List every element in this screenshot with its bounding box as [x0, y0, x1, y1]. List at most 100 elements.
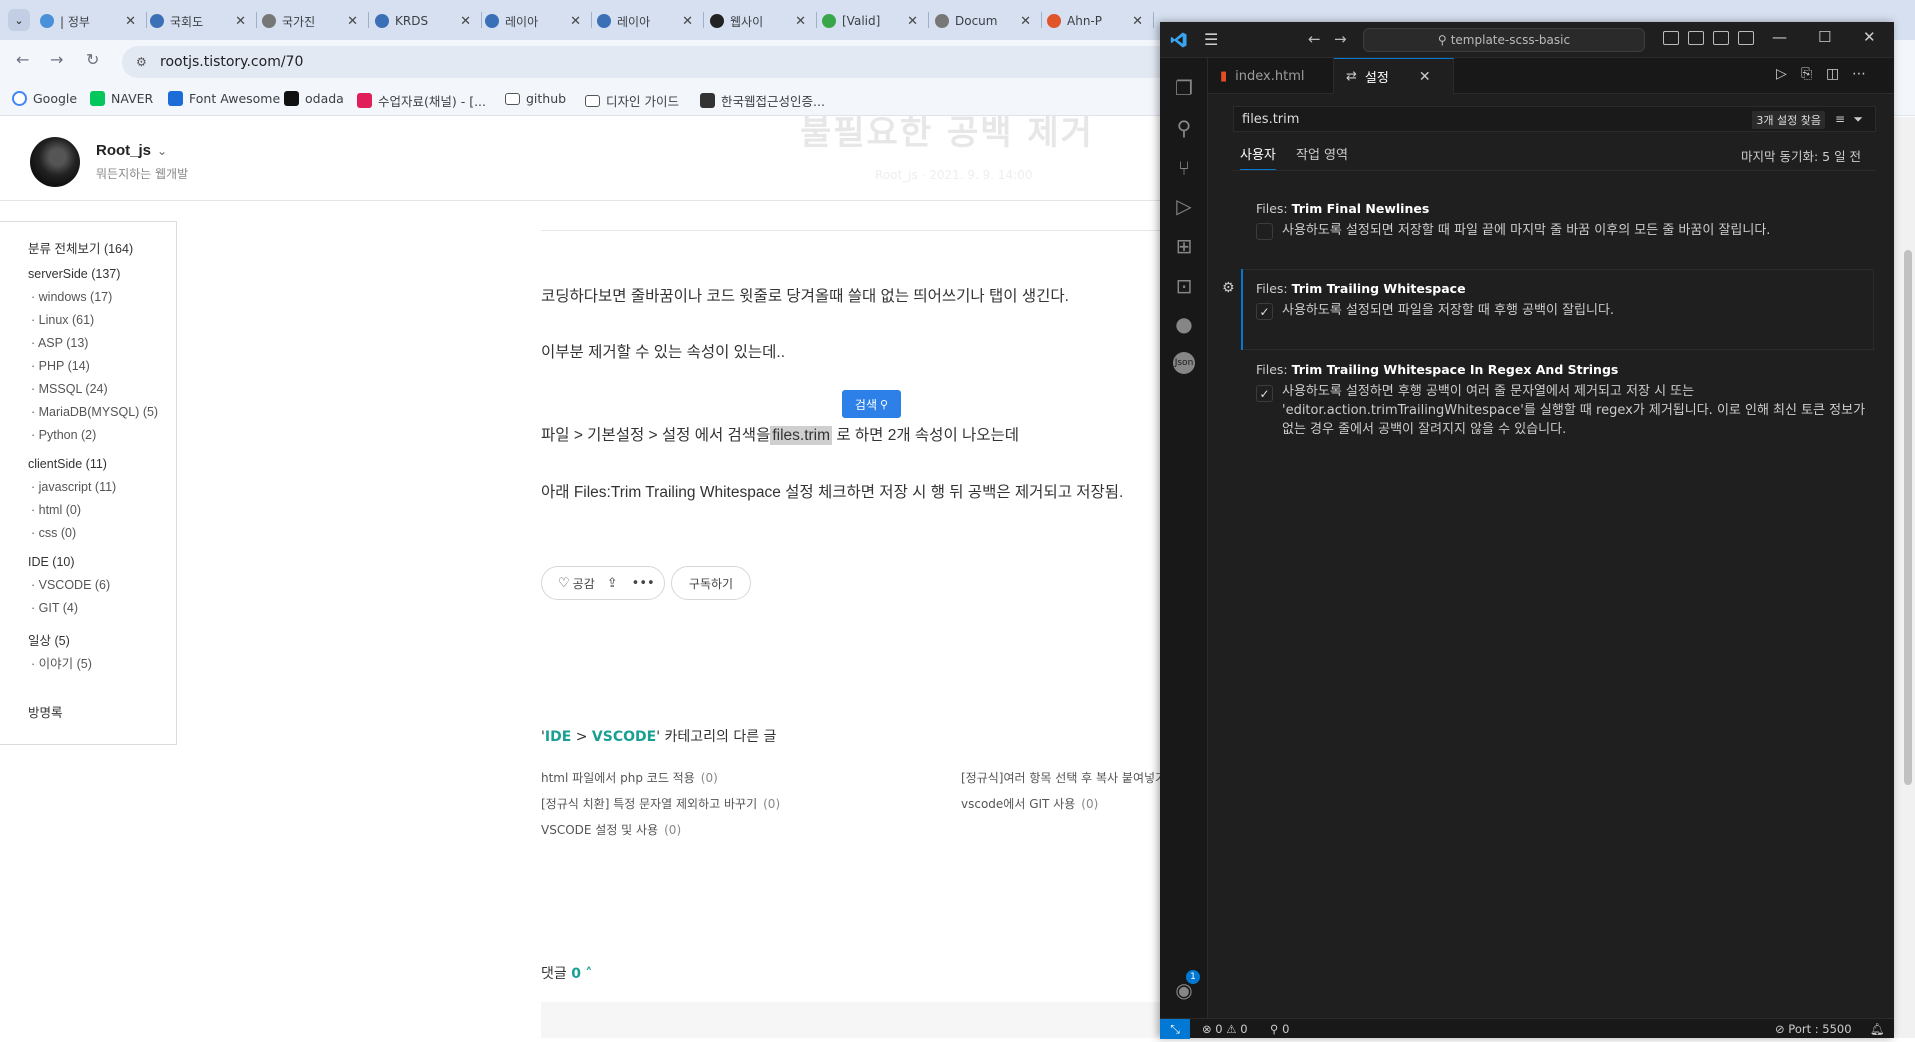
subscribe-button[interactable]: 구독하기: [671, 566, 751, 600]
browser-tab[interactable]: 국회도 ✕: [150, 8, 250, 34]
close-tab-icon[interactable]: ✕: [1419, 69, 1431, 85]
checkbox-trim-final-newlines[interactable]: [1256, 223, 1273, 240]
run-icon[interactable]: ▷: [1776, 66, 1787, 82]
chevron-up-icon[interactable]: ˄: [585, 966, 592, 982]
like-label[interactable]: 공감: [573, 575, 595, 592]
menu-icon[interactable]: ☰: [1204, 30, 1218, 49]
clear-filter-icon[interactable]: ≡: [1835, 112, 1845, 126]
browser-tab[interactable]: 레이아 ✕: [485, 8, 585, 34]
setting-gear-icon[interactable]: ⚙: [1222, 280, 1235, 296]
avatar[interactable]: [30, 137, 80, 187]
command-center-search[interactable]: ⚲ template-scss-basic: [1363, 28, 1645, 52]
bookmark-item[interactable]: odada: [284, 91, 344, 106]
subcategory-link[interactable]: · MariaDB(MYSQL) (5): [31, 405, 158, 419]
category-link[interactable]: clientSide (11): [28, 457, 107, 471]
split-editor-icon[interactable]: ◫: [1826, 66, 1839, 82]
remote-explorer-icon[interactable]: ⊡: [1172, 274, 1196, 298]
checkbox-trim-trailing-whitespace[interactable]: ✓: [1256, 303, 1273, 320]
tab-user-settings[interactable]: 사용자: [1240, 144, 1276, 170]
extensions-icon[interactable]: ⊞: [1172, 234, 1196, 258]
tab-workspace-settings[interactable]: 작업 영역: [1296, 144, 1348, 163]
category-link[interactable]: serverSide (137): [28, 267, 120, 281]
open-settings-json-icon[interactable]: ⎘: [1801, 66, 1812, 82]
back-icon[interactable]: ←: [16, 50, 29, 69]
subcategory-link[interactable]: · VSCODE (6): [31, 578, 110, 592]
search-popup-button[interactable]: 검색 ⚲: [842, 390, 901, 418]
browser-tab[interactable]: KRDS ✕: [375, 8, 475, 34]
subcategory-link[interactable]: · css (0): [31, 526, 76, 540]
nav-forward-icon[interactable]: →: [1334, 30, 1347, 48]
tab-settings[interactable]: ⇄ 설정 ✕: [1334, 58, 1454, 94]
related-subcategory-link[interactable]: VSCODE: [592, 729, 656, 745]
blog-name[interactable]: Root_js ⌄: [96, 142, 167, 159]
more-actions-icon[interactable]: ⋯: [1852, 66, 1866, 82]
subcategory-link[interactable]: · html (0): [31, 503, 81, 517]
close-tab-icon[interactable]: ✕: [125, 14, 136, 29]
tab-index-html[interactable]: ▮ index.html: [1208, 58, 1334, 94]
source-control-icon[interactable]: ⑂: [1172, 156, 1196, 180]
close-tab-icon[interactable]: ✕: [907, 14, 918, 29]
remote-indicator-icon[interactable]: ⤡: [1160, 1019, 1190, 1039]
subcategory-link[interactable]: · GIT (4): [31, 601, 78, 615]
settings-search-input[interactable]: files.trim 3개 설정 찾음 ≡ ⏷: [1233, 106, 1876, 132]
close-tab-icon[interactable]: ✕: [1132, 14, 1143, 29]
subcategory-link[interactable]: · Python (2): [31, 428, 96, 442]
maximize-icon[interactable]: ☐: [1818, 28, 1831, 46]
related-post-link[interactable]: vscode에서 GIT 사용 (0): [961, 795, 1098, 812]
related-post-link[interactable]: VSCODE 설정 및 사용 (0): [541, 821, 681, 838]
related-post-link[interactable]: html 파일에서 php 코드 적용 (0): [541, 769, 718, 786]
bookmark-item[interactable]: NAVER: [90, 91, 153, 106]
filter-icon[interactable]: ⏷: [1853, 112, 1863, 127]
live-server-status[interactable]: ⊘ Port : 5500: [1775, 1022, 1852, 1036]
bookmark-item[interactable]: 수업자료(채널) - [...: [357, 91, 486, 110]
browser-tab[interactable]: [Valid] ✕: [822, 8, 922, 34]
comments-header[interactable]: 댓글 0 ˄: [541, 963, 592, 983]
subcategory-link[interactable]: · PHP (14): [31, 359, 90, 373]
minimize-icon[interactable]: —: [1772, 28, 1787, 46]
browser-tab[interactable]: 레이아 ✕: [597, 8, 697, 34]
github-icon[interactable]: ●: [1172, 312, 1196, 336]
page-scrollbar-thumb[interactable]: [1904, 250, 1912, 785]
subcategory-link[interactable]: · windows (17): [31, 290, 112, 304]
comment-area[interactable]: [541, 1002, 1160, 1038]
subcategory-link[interactable]: · MSSQL (24): [31, 382, 108, 396]
category-link[interactable]: IDE (10): [28, 555, 75, 569]
checkbox-trim-regex-strings[interactable]: ✓: [1256, 385, 1273, 402]
search-icon[interactable]: ⚲: [1172, 116, 1196, 140]
reload-icon[interactable]: ↻: [86, 50, 99, 69]
close-tab-icon[interactable]: ✕: [795, 14, 806, 29]
related-category-link[interactable]: IDE: [545, 729, 571, 745]
close-tab-icon[interactable]: ✕: [682, 14, 693, 29]
close-tab-icon[interactable]: ✕: [347, 14, 358, 29]
close-tab-icon[interactable]: ✕: [570, 14, 581, 29]
close-tab-icon[interactable]: ✕: [1020, 14, 1031, 29]
category-link[interactable]: 방명록: [28, 702, 63, 721]
close-window-icon[interactable]: ✕: [1863, 28, 1876, 46]
url-bar[interactable]: ⚙ rootjs.tistory.com/70: [122, 46, 1172, 78]
json-icon[interactable]: Json: [1173, 352, 1195, 374]
forward-icon[interactable]: →: [50, 50, 63, 69]
browser-tab[interactable]: Docum ✕: [935, 8, 1035, 34]
bookmark-item[interactable]: github: [505, 91, 566, 106]
browser-tab[interactable]: | 정부 ✕: [40, 8, 140, 34]
close-tab-icon[interactable]: ✕: [460, 14, 471, 29]
related-post-link[interactable]: [정규식]여러 항목 선택 후 복사 붙여넣기: [961, 769, 1172, 786]
more-icon[interactable]: •••: [632, 576, 655, 591]
browser-tab[interactable]: 국가진 ✕: [262, 8, 362, 34]
toggle-secondary-sidebar-icon[interactable]: [1713, 31, 1729, 45]
subcategory-link[interactable]: · ASP (13): [31, 336, 88, 350]
category-link[interactable]: 일상 (5): [28, 630, 70, 649]
customize-layout-icon[interactable]: [1738, 31, 1754, 45]
bookmark-item[interactable]: 디자인 가이드: [585, 91, 679, 110]
bookmark-item[interactable]: Font Awesome: [168, 91, 280, 106]
related-post-link[interactable]: [정규식 치환] 특정 문자열 제외하고 바꾸기 (0): [541, 795, 780, 812]
category-link[interactable]: 분류 전체보기 (164): [28, 238, 133, 257]
toggle-panel-icon[interactable]: [1688, 31, 1704, 45]
browser-tab[interactable]: Ahn-P ✕: [1047, 8, 1147, 34]
ports-status[interactable]: ⚲ 0: [1270, 1022, 1289, 1036]
notifications-icon[interactable]: 🔔︎: [1870, 1022, 1885, 1036]
site-info-icon[interactable]: ⚙: [136, 55, 150, 69]
subcategory-link[interactable]: · Linux (61): [31, 313, 94, 327]
heart-icon[interactable]: ♡: [558, 576, 570, 591]
browser-tab[interactable]: 웹사이 ✕: [710, 8, 810, 34]
